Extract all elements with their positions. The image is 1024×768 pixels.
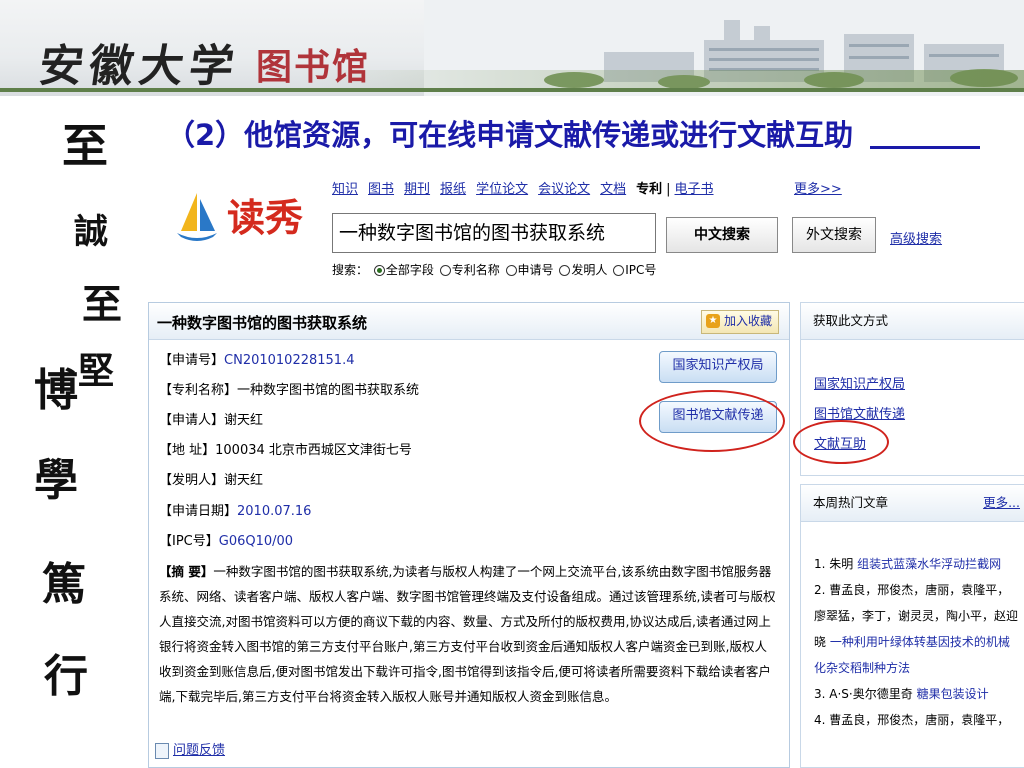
header-banner: 安徽大学 图书馆 <box>0 0 1024 96</box>
hot-header: 本周热门文章 更多... <box>801 485 1024 522</box>
hot-more-link[interactable]: 更多... <box>983 485 1020 521</box>
banner-divider <box>0 88 1024 92</box>
hot-list: 1. 朱明 组装式蓝藻水华浮动拦截网 2. 曹孟良，邢俊杰，唐丽，袁隆平，廖翠猛… <box>814 551 1020 733</box>
field-applicant: 【申请人】谢天红 <box>159 413 264 428</box>
search-nav: 知识 图书 期刊 报纸 学位论文 会议论文 文档 专利 | 电子书 更多>> <box>332 178 842 197</box>
option-label: 发明人 <box>571 263 608 277</box>
duxiu-logo[interactable]: 读秀 <box>175 185 305 245</box>
field-application-no: 【申请号】CN201010228151.4 <box>159 353 355 368</box>
nav-separator: | <box>666 182 671 197</box>
nav-theses[interactable]: 学位论文 <box>476 182 528 197</box>
field-ipc: 【IPC号】G06Q10/00 <box>159 534 294 549</box>
option-label: 专利名称 <box>451 263 500 277</box>
motto-char: 學 <box>34 455 78 506</box>
chinese-search-button[interactable]: 中文搜索 <box>666 217 778 253</box>
slide-title: （2）他馆资源，可在线申请文献传递或进行文献互助 <box>166 118 854 152</box>
option-label: 全部字段 <box>385 263 434 277</box>
field-inventor: 【发明人】谢天红 <box>159 473 264 488</box>
nav-ebooks[interactable]: 电子书 <box>675 182 714 197</box>
nav-journals[interactable]: 期刊 <box>404 182 430 197</box>
motto-char: 至 <box>62 119 108 173</box>
motto-char: 至 <box>82 281 122 328</box>
acquire-link-delivery[interactable]: 图书馆文献传递 <box>814 403 905 422</box>
nav-documents[interactable]: 文档 <box>600 182 626 197</box>
feedback-icon <box>155 742 169 759</box>
banner-ground <box>300 70 1024 88</box>
nav-newspapers[interactable]: 报纸 <box>440 182 466 197</box>
favorite-icon: ★ <box>705 314 720 328</box>
nav-patents-current[interactable]: 专利 <box>636 182 662 197</box>
motto-char: 誠 <box>74 212 108 252</box>
motto-char: 博 <box>34 365 78 416</box>
add-favorite-button[interactable]: ★ 加入收藏 <box>700 310 779 334</box>
list-item: 4. 曹孟良，邢俊杰，唐丽，袁隆平， <box>814 713 1010 727</box>
highlight-circle-delivery <box>639 390 785 452</box>
highlight-circle-mutual-aid <box>793 420 889 464</box>
sail-icon <box>177 193 217 241</box>
record-title: 一种数字图书馆的图书获取系统 <box>157 314 368 332</box>
hot-title: 本周热门文章 <box>813 495 889 510</box>
title-underline <box>870 146 980 149</box>
search-input[interactable]: 一种数字图书馆的图书获取系统 <box>332 213 656 253</box>
abstract: 【摘 要】一种数字图书馆的图书获取系统,为读者与版权人构建了一个网上交流平台,该… <box>159 564 776 704</box>
list-item: 1. 朱明 组装式蓝藻水华浮动拦截网 <box>814 557 1002 571</box>
list-item: 3. A·S·奥尔德里奇 糖果包装设计 <box>814 687 989 701</box>
nav-more[interactable]: 更多>> <box>794 178 842 197</box>
radio-ipc[interactable] <box>613 265 625 276</box>
option-label: IPC号 <box>625 263 657 277</box>
motto-column: 至 誠 至 堅 博 學 篤 行 <box>22 106 122 766</box>
hot-article-link[interactable]: 一种利用叶绿体转基因技术的机械化杂交稻制种方法 <box>814 635 1010 675</box>
search-options: 搜索： 全部字段 专利名称 申请号 发明人 IPC号 <box>332 261 656 278</box>
advanced-search-link[interactable]: 高级搜索 <box>890 228 942 247</box>
nav-books[interactable]: 图书 <box>368 182 394 197</box>
hot-articles-panel: 本周热门文章 更多... 1. 朱明 组装式蓝藻水华浮动拦截网 2. 曹孟良，邢… <box>800 484 1024 768</box>
radio-application-no[interactable] <box>505 265 517 276</box>
foreign-search-button[interactable]: 外文搜索 <box>792 217 876 253</box>
feedback-link[interactable]: 问题反馈 <box>155 739 225 759</box>
logo-text: 读秀 <box>227 195 304 240</box>
field-patent-name: 【专利名称】一种数字图书馆的图书获取系统 <box>159 383 420 398</box>
sipo-button[interactable]: 国家知识产权局 <box>659 351 777 383</box>
options-label: 搜索： <box>332 263 369 277</box>
hot-article-link[interactable]: 糖果包装设计 <box>917 687 989 701</box>
favorite-label: 加入收藏 <box>723 314 772 328</box>
library-title: 图书馆 <box>256 47 371 88</box>
list-item: 2. 曹孟良，邢俊杰，唐丽，袁隆平，廖翠猛，李丁，谢灵灵，陶小平，赵迎晓 一种利… <box>814 583 1019 675</box>
nav-knowledge[interactable]: 知识 <box>332 182 358 197</box>
acquire-header: 获取此文方式 <box>801 303 1024 340</box>
nav-conference[interactable]: 会议论文 <box>538 182 590 197</box>
radio-all-fields[interactable] <box>373 265 385 276</box>
record-panel: 一种数字图书馆的图书获取系统 ★ 加入收藏 【申请号】CN201010228151… <box>148 302 790 768</box>
acquire-link-sipo[interactable]: 国家知识产权局 <box>814 373 905 392</box>
option-label: 申请号 <box>517 263 554 277</box>
hot-article-link[interactable]: 组装式蓝藻水华浮动拦截网 <box>857 557 1001 571</box>
motto-char: 堅 <box>78 350 115 392</box>
radio-inventor[interactable] <box>559 265 571 276</box>
motto-char: 行 <box>44 651 88 702</box>
field-address: 【地 址】100034 北京市西城区文津街七号 <box>159 443 412 458</box>
record-header: 一种数字图书馆的图书获取系统 ★ 加入收藏 <box>149 303 789 340</box>
motto-char: 篤 <box>42 559 86 610</box>
university-calligraphy: 安徽大学 <box>35 41 243 92</box>
radio-patent-name[interactable] <box>439 265 451 276</box>
field-application-date: 【申请日期】2010.07.16 <box>159 504 312 519</box>
